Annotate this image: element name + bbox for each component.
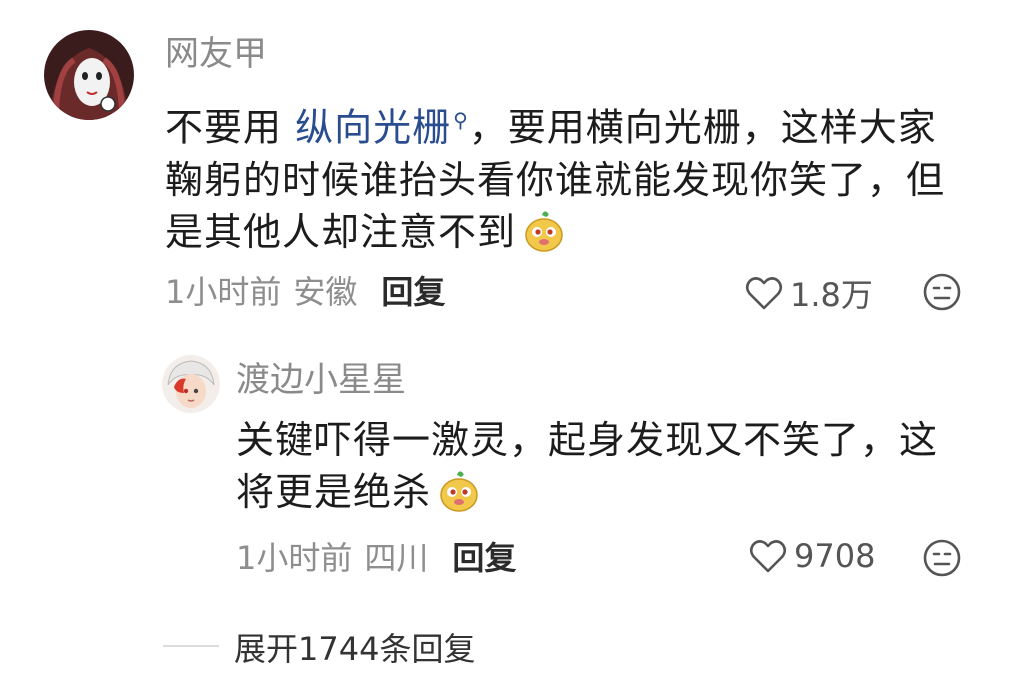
cute-face-emoji-icon	[522, 209, 566, 253]
search-icon[interactable]: ⚲	[453, 108, 469, 132]
comment-line-2: 鞠躬的时候谁抬头看你谁就能发现你笑了，但	[165, 157, 946, 202]
neutral-face-icon	[923, 273, 961, 311]
comment-line-1: 不要用 纵向光栅 ⚲，要用横向光栅，这样大家	[165, 94, 1005, 154]
comment-meta: 1小时前 安徽 回复	[165, 272, 445, 312]
heart-icon	[745, 277, 783, 310]
reply-dislike-button[interactable]	[922, 538, 962, 582]
reply-line-2: 将更是绝杀	[236, 466, 996, 518]
reply-reply-button[interactable]: 回复	[452, 538, 516, 578]
comment-dislike-button[interactable]	[922, 272, 962, 316]
expand-divider	[163, 645, 219, 647]
reply-line-1: 关键吓得一激灵，起身发现又不笑了，这	[236, 418, 939, 462]
reply-text-line2: 将更是绝杀	[236, 470, 432, 514]
cute-face-emoji-icon	[437, 469, 481, 513]
heart-icon	[749, 540, 787, 573]
comment-username[interactable]: 网友甲	[165, 34, 267, 74]
reply-location: 四川	[364, 539, 429, 577]
reply-like-button[interactable]: 9708	[748, 536, 875, 576]
comment-body: 不要用 纵向光栅 ⚲，要用横向光栅，这样大家 鞠躬的时候谁抬头看你谁就能发现你笑了…	[165, 94, 1005, 258]
reply-avatar[interactable]	[162, 355, 220, 413]
reply-time: 1小时前	[236, 539, 353, 577]
search-term-link[interactable]: 纵向光栅	[295, 106, 451, 150]
comment-reply-button[interactable]: 回复	[381, 272, 445, 312]
reply-meta: 1小时前 四川 回复	[236, 538, 516, 578]
comment-line-3: 是其他人却注意不到	[165, 206, 1005, 258]
comment-avatar[interactable]	[44, 30, 134, 120]
comment-text-line3: 是其他人却注意不到	[165, 209, 517, 254]
comment-like-count: 1.8万	[790, 276, 873, 314]
reply-username[interactable]: 渡边小星星	[236, 360, 406, 400]
comment-location: 安徽	[293, 273, 358, 311]
reply-like-count: 9708	[794, 537, 876, 575]
reply-body: 关键吓得一激灵，起身发现又不笑了，这 将更是绝杀	[236, 414, 996, 518]
comment-text-line1-rest: ，要用横向光栅，这样大家	[468, 105, 937, 150]
comment-text-prefix: 不要用	[165, 105, 296, 150]
neutral-face-icon	[923, 539, 961, 577]
expand-replies-button[interactable]: 展开1744条回复	[234, 624, 475, 670]
comment-like-button[interactable]: 1.8万	[744, 270, 873, 316]
comment-time: 1小时前	[165, 273, 282, 311]
